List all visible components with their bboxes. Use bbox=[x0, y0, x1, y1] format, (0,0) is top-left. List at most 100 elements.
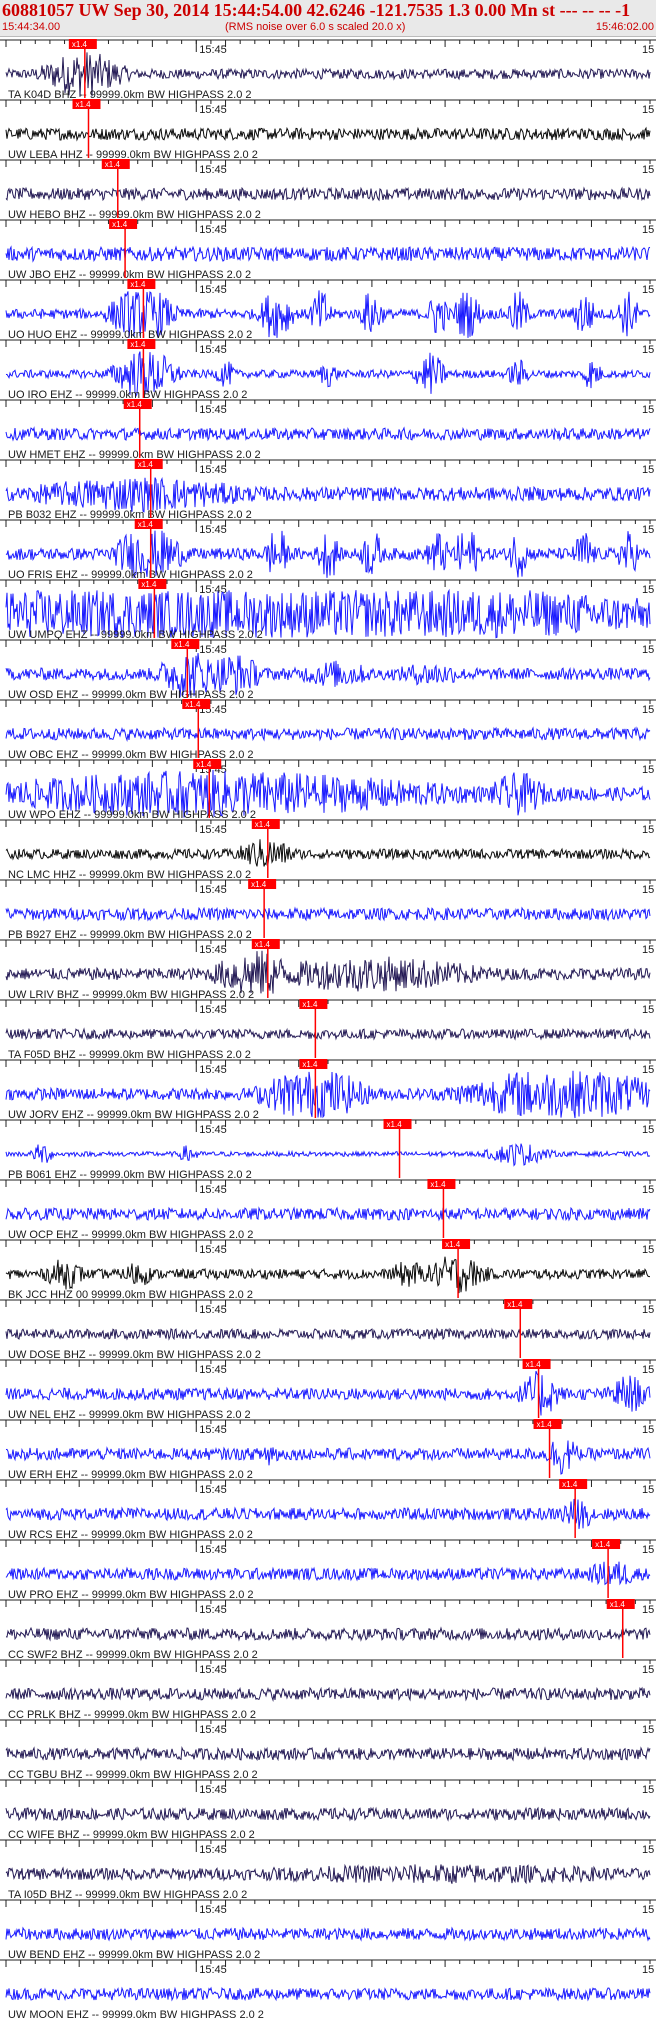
minute-label: 15:45 bbox=[199, 1544, 227, 1556]
event-title: 60881057 UW Sep 30, 2014 15:44:54.00 42.… bbox=[2, 0, 631, 20]
edge-label: 15 bbox=[642, 104, 654, 116]
station-label: UO FRIS EHZ -- 99999.0km BW HIGHPASS 2.0… bbox=[8, 569, 253, 581]
minute-label: 15:45 bbox=[199, 944, 227, 956]
pick-label: x1.4 bbox=[526, 1360, 542, 1369]
pick-label: x1.4 bbox=[138, 460, 154, 469]
minute-label: 15:45 bbox=[199, 584, 227, 596]
minute-label: 15:45 bbox=[199, 1484, 227, 1496]
trace-row: 15:45 15 BK JCC HHZ 00 99999.0km BW HIGHPA… bbox=[0, 1239, 656, 1301]
waveform bbox=[5, 476, 651, 513]
trace-row: 15:45 15 UW HMET EHZ -- 99999.0km BW HIGHP… bbox=[0, 399, 656, 461]
trace-row: 15:45 15 CC WIFE BHZ -- 99999.0km BW HIGHP… bbox=[0, 1779, 656, 1841]
trace-row: 15:45 15 CC PRLK BHZ -- 99999.0km BW HIGHP… bbox=[0, 1659, 656, 1721]
edge-label: 15 bbox=[642, 224, 654, 236]
pick-label: x1.4 bbox=[610, 1600, 626, 1609]
station-label: UW NEL EHZ -- 99999.0km BW HIGHPASS 2.0 … bbox=[8, 1409, 251, 1421]
station-label: TA F05D BHZ -- 99999.0km BW HIGHPASS 2.0… bbox=[8, 1049, 251, 1061]
trace-row: 15:45 15 NC LMC HHZ -- 99999.0km BW HIGHPA… bbox=[0, 819, 656, 881]
trace-row: 15:45 15 UW OSD EHZ -- 99999.0km BW HIGHPA… bbox=[0, 639, 656, 701]
trace-row: 15:45 15UW WPO EHZ -- 99999.0km BW HIGHPA… bbox=[0, 759, 656, 821]
edge-label: 15 bbox=[642, 824, 654, 836]
pick-label: x1.4 bbox=[72, 40, 88, 49]
station-label: CC SWF2 BHZ -- 99999.0km BW HIGHPASS 2.0… bbox=[8, 1649, 258, 1661]
edge-label: 15 bbox=[642, 704, 654, 716]
trace-row: 15:45 15 UW NEL EHZ -- 99999.0km BW HIGHPA… bbox=[0, 1359, 656, 1421]
edge-label: 15 bbox=[642, 284, 654, 296]
trace-row: 15:45 15 PB B061 EHZ -- 99999.0km BW HIGHP… bbox=[0, 1119, 656, 1181]
pick-label: x1.4 bbox=[507, 1300, 523, 1309]
edge-label: 15 bbox=[642, 884, 654, 896]
edge-label: 15 bbox=[642, 1484, 654, 1496]
waveform bbox=[5, 839, 651, 867]
waveform bbox=[5, 1027, 651, 1041]
pick-label: x1.4 bbox=[430, 1180, 446, 1189]
pick-label: x1.4 bbox=[130, 340, 146, 349]
trace-row: 15:45 15UO HUO EHZ -- 99999.0km BW HIGHPA… bbox=[0, 279, 656, 341]
edge-label: 15 bbox=[642, 1904, 654, 1916]
edge-label: 15 bbox=[642, 1664, 654, 1676]
trace-row: 15:45 15 UW MOON EHZ -- 99999.0km BW HIGHP… bbox=[0, 1959, 656, 2018]
waveform bbox=[5, 1327, 651, 1341]
pick-label: x1.4 bbox=[255, 940, 271, 949]
minute-label: 15:45 bbox=[199, 464, 227, 476]
trace-row: 15:45 15 TA I05D BHZ -- 99999.0km BW HIGHP… bbox=[0, 1839, 656, 1901]
minute-label: 15:45 bbox=[199, 1724, 227, 1736]
station-label: UW WPO EHZ -- 99999.0km BW HIGHPASS 2.0 … bbox=[8, 809, 256, 821]
trace-row: 15:45 15 UW UMPQ EHZ -- 99999.0km BW HIGHP… bbox=[0, 579, 656, 641]
edge-label: 15 bbox=[642, 1424, 654, 1436]
station-label: UW ERH EHZ -- 99999.0km BW HIGHPASS 2.0 … bbox=[8, 1469, 253, 1481]
waveform bbox=[5, 186, 651, 202]
station-label: UW DOSE BHZ -- 99999.0km BW HIGHPASS 2.0… bbox=[8, 1349, 261, 1361]
start-time: 15:44:34.00 bbox=[2, 21, 61, 33]
edge-label: 15 bbox=[642, 1784, 654, 1796]
waveform bbox=[5, 1986, 651, 2002]
trace-row: 15:45 15 TA K04D BHZ -- 99999.0km BW HIGHP… bbox=[0, 39, 656, 101]
station-label: UW LRIV BHZ -- 99999.0km BW HIGHPASS 2.0… bbox=[8, 989, 254, 1001]
station-label: UW OCP EHZ -- 99999.0km BW HIGHPASS 2.0 … bbox=[8, 1229, 253, 1241]
pick-label: x1.4 bbox=[302, 1060, 318, 1069]
minute-label: 15:45 bbox=[199, 344, 227, 356]
edge-label: 15 bbox=[642, 524, 654, 536]
minute-label: 15:45 bbox=[199, 824, 227, 836]
edge-label: 15 bbox=[642, 1124, 654, 1136]
trace-row: 15:45 15 UW RCS EHZ -- 99999.0km BW HIGHPA… bbox=[0, 1479, 656, 1541]
trace-row: 15:45 15 TA F05D BHZ -- 99999.0km BW HIGHP… bbox=[0, 999, 656, 1061]
minute-label: 15:45 bbox=[199, 1844, 227, 1856]
edge-label: 15 bbox=[642, 1244, 654, 1256]
trace-row: 15:45 15 CC TGBU BHZ -- 99999.0km BW HIGHP… bbox=[0, 1719, 656, 1781]
waveform bbox=[5, 1926, 651, 1942]
waveform bbox=[5, 1143, 651, 1167]
trace-row: 15:45 15 UW PRO EHZ -- 99999.0km BW HIGHPA… bbox=[0, 1539, 656, 1601]
minute-label: 15:45 bbox=[199, 644, 227, 656]
waveform bbox=[5, 1256, 650, 1294]
waveform bbox=[5, 906, 651, 922]
edge-label: 15 bbox=[642, 1544, 654, 1556]
minute-label: 15:45 bbox=[199, 1784, 227, 1796]
edge-label: 15 bbox=[642, 1184, 654, 1196]
station-label: UW UMPQ EHZ -- 99999.0km BW HIGHPASS 2.0… bbox=[8, 629, 263, 641]
edge-label: 15 bbox=[642, 1304, 654, 1316]
pick-label: x1.4 bbox=[387, 1120, 403, 1129]
trace-row: 15:45 15UW OBC EHZ -- 99999.0km BW HIGHPA… bbox=[0, 699, 656, 761]
trace-row: 15:45 15 UW DOSE BHZ -- 99999.0km BW HIGHP… bbox=[0, 1299, 656, 1361]
station-label: PB B061 EHZ -- 99999.0km BW HIGHPASS 2.0… bbox=[8, 1169, 252, 1181]
trace-row: 15:45 15 UO FRIS EHZ -- 99999.0km BW HIGHP… bbox=[0, 519, 656, 581]
trace-row: 15:45 15 PB B927 EHZ -- 99999.0km BW HIGHP… bbox=[0, 879, 656, 941]
pick-label: x1.4 bbox=[196, 760, 212, 769]
pick-label: x1.4 bbox=[445, 1240, 461, 1249]
station-label: UW MOON EHZ -- 99999.0km BW HIGHPASS 2.0… bbox=[8, 2009, 264, 2018]
minute-label: 15:45 bbox=[199, 884, 227, 896]
minute-label: 15:45 bbox=[199, 1604, 227, 1616]
trace-row: 15:45 15UW HEBO BHZ -- 99999.0km BW HIGHP… bbox=[0, 159, 656, 221]
trace-row: 15:45 15 UW JORV EHZ -- 99999.0km BW HIGHP… bbox=[0, 1059, 656, 1121]
pick-label: x1.4 bbox=[185, 700, 201, 709]
waveform bbox=[5, 126, 651, 142]
pick-label: x1.4 bbox=[255, 820, 271, 829]
pick-label: x1.4 bbox=[562, 1480, 578, 1489]
waveform bbox=[5, 1626, 651, 1642]
waveform bbox=[5, 950, 651, 994]
edge-label: 15 bbox=[642, 644, 654, 656]
minute-label: 15:45 bbox=[199, 524, 227, 536]
station-label: CC TGBU BHZ -- 99999.0km BW HIGHPASS 2.0… bbox=[8, 1769, 258, 1781]
edge-label: 15 bbox=[642, 1724, 654, 1736]
